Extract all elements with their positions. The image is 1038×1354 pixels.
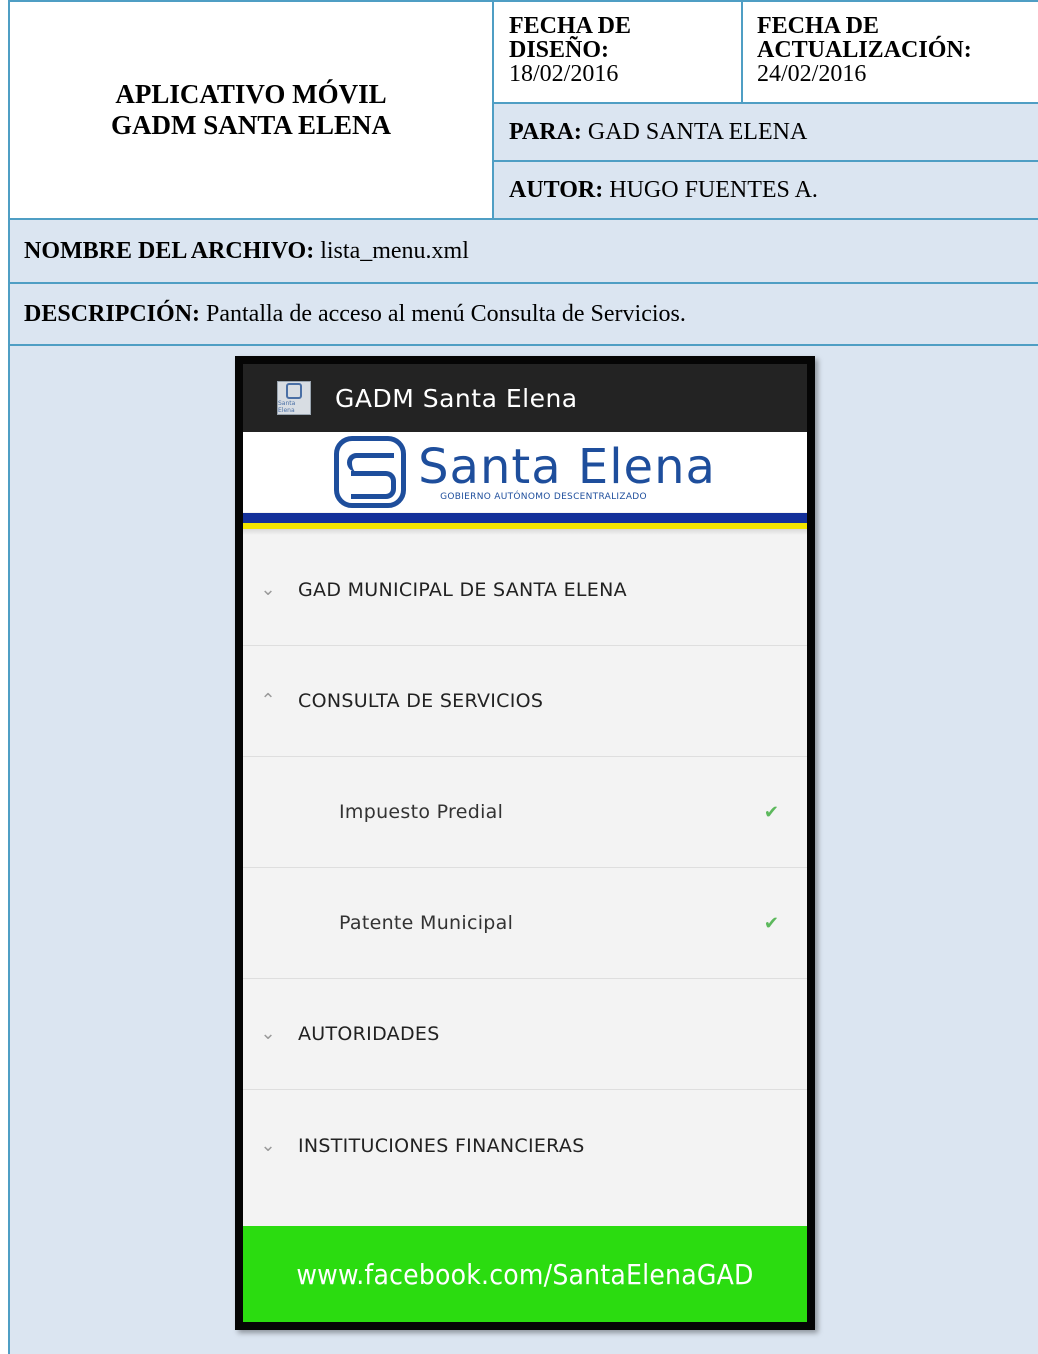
fecha-actualizacion-label-1: FECHA DE bbox=[757, 13, 880, 39]
blue-stripe bbox=[243, 513, 807, 523]
menu-item-label: GAD MUNICIPAL DE SANTA ELENA bbox=[298, 579, 627, 601]
app-logo-mark bbox=[286, 382, 302, 399]
submenu-item-label: Impuesto Predial bbox=[339, 801, 504, 823]
para-cell: PARA: GAD SANTA ELENA bbox=[492, 102, 1038, 162]
fecha-diseno-label-1: FECHA DE bbox=[509, 13, 632, 39]
para-value: GAD SANTA ELENA bbox=[587, 118, 808, 145]
facebook-link-bar[interactable]: www.facebook.com/SantaElenaGAD bbox=[243, 1226, 807, 1322]
app-title: GADM Santa Elena bbox=[335, 383, 578, 413]
fecha-actualizacion-value: 24/02/2016 bbox=[757, 61, 867, 87]
description-label: DESCRIPCIÓN: bbox=[24, 300, 201, 327]
chevron-down-icon: ⌄ bbox=[260, 1134, 276, 1156]
chevron-down-icon: ⌄ bbox=[260, 1023, 276, 1044]
app-logo-icon[interactable]: Santa Elena bbox=[277, 381, 311, 415]
file-name-value: lista_menu.xml bbox=[320, 237, 469, 264]
autor-value: HUGO FUENTES A. bbox=[609, 176, 818, 203]
fecha-actualizacion-cell: FECHA DE ACTUALIZACIÓN: 24/02/2016 bbox=[741, 0, 1038, 104]
brand-banner: Santa Elena GOBIERNO AUTÓNOMO DESCENTRAL… bbox=[243, 432, 807, 512]
menu-item-autoridades[interactable]: ⌄ AUTORIDADES bbox=[243, 979, 807, 1090]
para-label: PARA: bbox=[509, 118, 582, 145]
title-line-1: APLICATIVO MÓVIL bbox=[115, 79, 387, 109]
app-bar: Santa Elena GADM Santa Elena bbox=[243, 364, 807, 432]
app-screen: Santa Elena GADM Santa Elena Santa Elena… bbox=[243, 364, 807, 1322]
document-title: APLICATIVO MÓVIL GADM SANTA ELENA bbox=[8, 0, 494, 220]
menu-item-consulta-servicios[interactable]: ⌃ CONSULTA DE SERVICIOS bbox=[243, 646, 807, 757]
phone-screenshot: Santa Elena GADM Santa Elena Santa Elena… bbox=[235, 356, 815, 1330]
submenu-item-label: Patente Municipal bbox=[339, 912, 514, 934]
submenu-item-impuesto-predial[interactable]: Impuesto Predial ✔ bbox=[243, 757, 807, 868]
fecha-diseno-value: 18/02/2016 bbox=[509, 61, 619, 87]
autor-cell: AUTOR: HUGO FUENTES A. bbox=[492, 160, 1038, 220]
fecha-actualizacion-label-2: ACTUALIZACIÓN: bbox=[757, 37, 972, 63]
submenu-item-patente-municipal[interactable]: Patente Municipal ✔ bbox=[243, 868, 807, 979]
menu-item-instituciones-financieras[interactable]: ⌄ INSTITUCIONES FINANCIERAS bbox=[243, 1090, 807, 1201]
title-line-2: GADM SANTA ELENA bbox=[110, 110, 392, 140]
expandable-menu: ⌄ GAD MUNICIPAL DE SANTA ELENA ⌃ CONSULT… bbox=[243, 535, 807, 1201]
chevron-down-icon: ⌄ bbox=[260, 579, 276, 600]
description-cell: DESCRIPCIÓN: Pantalla de acceso al menú … bbox=[8, 282, 1038, 346]
chevron-up-icon: ⌃ bbox=[260, 690, 276, 711]
description-value: Pantalla de acceso al menú Consulta de S… bbox=[206, 300, 686, 327]
santa-elena-logo-icon bbox=[334, 436, 407, 508]
menu-item-gad-municipal[interactable]: ⌄ GAD MUNICIPAL DE SANTA ELENA bbox=[243, 535, 807, 646]
logo-name: Santa Elena bbox=[418, 439, 716, 495]
logo-subtitle: GOBIERNO AUTÓNOMO DESCENTRALIZADO bbox=[440, 492, 647, 502]
menu-item-label: AUTORIDADES bbox=[298, 1023, 440, 1045]
menu-item-label: CONSULTA DE SERVICIOS bbox=[298, 690, 544, 712]
autor-label: AUTOR: bbox=[509, 176, 604, 203]
logo-text: Santa Elena GOBIERNO AUTÓNOMO DESCENTRAL… bbox=[418, 442, 716, 502]
facebook-link-text: www.facebook.com/SantaElenaGAD bbox=[296, 1257, 754, 1291]
app-icon-text: Santa Elena bbox=[278, 399, 296, 414]
fecha-diseno-label-2: DISEÑO: bbox=[509, 37, 610, 63]
file-name-cell: NOMBRE DEL ARCHIVO: lista_menu.xml bbox=[8, 218, 1038, 284]
check-icon: ✔ bbox=[763, 912, 779, 934]
check-icon: ✔ bbox=[763, 801, 779, 823]
menu-item-label: INSTITUCIONES FINANCIERAS bbox=[298, 1134, 585, 1157]
fecha-diseno-cell: FECHA DE DISEÑO: 18/02/2016 bbox=[492, 0, 743, 104]
file-name-label: NOMBRE DEL ARCHIVO: bbox=[24, 237, 315, 264]
